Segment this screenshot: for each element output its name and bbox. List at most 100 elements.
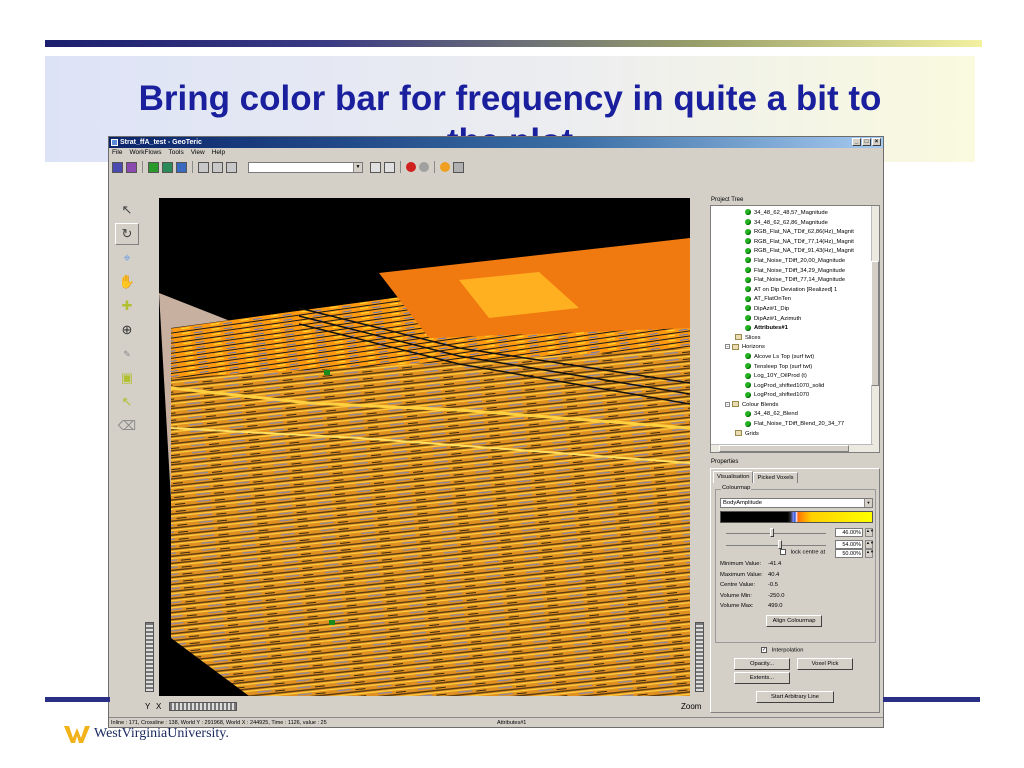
interpolation-checkbox[interactable]: ✓ bbox=[761, 647, 767, 653]
tree-folder-item[interactable]: Slices bbox=[711, 334, 873, 344]
tree-item[interactable]: RGB_Flat_NA_TDif_62,86(Hz)_Magnit bbox=[711, 228, 873, 238]
settings-icon[interactable] bbox=[453, 161, 464, 173]
chevron-down-icon: ▼ bbox=[864, 499, 872, 507]
tree-item[interactable]: LogProd_shifted1070_solid bbox=[711, 382, 873, 392]
tree-item[interactable]: Tensleep Top (surf twt) bbox=[711, 362, 873, 373]
tree-scroll-thumb[interactable] bbox=[871, 261, 879, 386]
pan-icon[interactable]: ⌖ bbox=[115, 247, 139, 269]
rotate-icon[interactable]: ↻ bbox=[115, 223, 139, 245]
record-icon[interactable] bbox=[406, 162, 416, 172]
spin-arrows-icon[interactable]: ▲▼ bbox=[865, 540, 874, 549]
inline-icon[interactable] bbox=[148, 161, 159, 173]
horizontal-rotation-slider[interactable] bbox=[169, 702, 237, 711]
vertical-exaggeration-slider-left[interactable] bbox=[145, 622, 154, 692]
folder-icon bbox=[732, 401, 739, 408]
tree-item-label: Alcove Ls Top (surf twt) bbox=[754, 353, 815, 360]
spin-arrows-icon[interactable]: ▲▼ bbox=[865, 528, 874, 537]
window-titlebar[interactable]: Strat_ffA_test - GeoTeric _ □ × bbox=[109, 137, 883, 148]
tree-item[interactable]: DipAzi#1_Azimuth bbox=[711, 315, 873, 325]
close-button[interactable]: × bbox=[872, 138, 881, 146]
sun-icon[interactable] bbox=[440, 162, 450, 172]
tree-item[interactable]: DipAzi#1_Dip bbox=[711, 305, 873, 315]
slider-thumb[interactable] bbox=[770, 528, 774, 537]
tree-item[interactable]: AT_FlatOnTen bbox=[711, 295, 873, 305]
seismic-volume-render bbox=[159, 198, 690, 696]
folder-icon bbox=[732, 343, 739, 350]
start-arbitrary-line-button[interactable]: Start Arbitrary Line bbox=[756, 691, 834, 703]
pointer-icon[interactable]: ↖ bbox=[115, 199, 139, 221]
tab-visualisation[interactable]: Visualisation bbox=[713, 471, 754, 483]
tree-item[interactable]: Flat_Noise_TDiff_Blend_20_34_77 bbox=[711, 420, 873, 430]
slider-thumb[interactable] bbox=[778, 540, 782, 549]
value-row: Volume Max: 499.0 bbox=[720, 601, 784, 612]
tree-item[interactable]: Log_10Y_OilProd (t) bbox=[711, 372, 873, 382]
menu-tools[interactable]: Tools bbox=[169, 148, 184, 158]
tree-item[interactable]: Flat_Noise_TDiff_77,14_Magnitude bbox=[711, 276, 873, 286]
vertical-exaggeration-slider-right[interactable] bbox=[695, 622, 704, 692]
lock-centre-spinner: 50.00% ▲▼ bbox=[720, 549, 877, 559]
tree-item[interactable]: AT on Dip Deviation [Realized] 1 bbox=[711, 286, 873, 296]
tree-hscroll-thumb[interactable] bbox=[719, 445, 849, 452]
tree-item[interactable]: Flat_Noise_TDiff_20,00_Magnitude bbox=[711, 257, 873, 267]
tree-item[interactable]: Attributes#1 bbox=[711, 324, 873, 334]
tree-item[interactable]: Alcove Ls Top (surf twt) bbox=[711, 353, 873, 363]
tree-item[interactable]: 34_48_62_Blend bbox=[711, 410, 873, 420]
tree-expander-icon[interactable]: − bbox=[725, 344, 730, 350]
tree-item[interactable]: 34_48_62_48,57_Magnitude bbox=[711, 209, 873, 219]
tree-folder-item[interactable]: − Colour Blends bbox=[711, 401, 873, 411]
tree-item[interactable]: 34_48_62_62,86_Magnitude bbox=[711, 219, 873, 229]
opacity-button[interactable]: Opacity... bbox=[734, 658, 790, 670]
tree-folder-item[interactable]: Grids bbox=[711, 430, 873, 440]
grid-icon[interactable] bbox=[384, 161, 395, 173]
seismic-3d-viewport[interactable] bbox=[159, 198, 690, 696]
lock-pick-icon[interactable]: ▣ bbox=[115, 367, 139, 389]
select-pick-icon[interactable]: ↖ bbox=[115, 391, 139, 413]
menu-help[interactable]: Help bbox=[212, 148, 225, 158]
menu-workflows[interactable]: WorkFlows bbox=[129, 148, 161, 158]
interpolation-row: ✓ Interpolation bbox=[761, 647, 804, 654]
layout-1-icon[interactable] bbox=[198, 161, 209, 173]
diamond-icon[interactable] bbox=[419, 162, 429, 172]
spin-arrows-icon[interactable]: ▲▼ bbox=[865, 549, 874, 558]
view-b-icon[interactable] bbox=[126, 161, 137, 173]
tree-vertical-scrollbar[interactable] bbox=[871, 206, 879, 452]
value-row: Maximum Value: 40.4 bbox=[720, 570, 784, 581]
add-point-icon[interactable]: ✚ bbox=[115, 295, 139, 317]
layout-2-icon[interactable] bbox=[212, 161, 223, 173]
view-a-icon[interactable] bbox=[112, 161, 123, 173]
tree-expander-icon[interactable]: − bbox=[725, 401, 730, 407]
layout-3-icon[interactable] bbox=[226, 161, 237, 173]
tab-picked-voxels[interactable]: Picked Voxels bbox=[753, 472, 798, 483]
project-tree-label: Project Tree bbox=[711, 197, 744, 203]
minimize-button[interactable]: _ bbox=[852, 138, 861, 146]
pick-icon[interactable]: ✋ bbox=[115, 271, 139, 293]
target-add-icon[interactable]: ⊕ bbox=[115, 319, 139, 341]
slider-2-value[interactable]: 54.00% bbox=[835, 540, 863, 549]
tree-horizontal-scrollbar[interactable] bbox=[711, 444, 873, 452]
voxel-pick-button[interactable]: Voxel Pick bbox=[797, 658, 853, 670]
slider-1-value[interactable]: 46.00% bbox=[835, 528, 863, 537]
align-colourmap-button[interactable]: Align Colourmap bbox=[766, 615, 822, 627]
crossline-icon[interactable] bbox=[162, 161, 173, 173]
value-number: 499.0 bbox=[768, 603, 783, 610]
tree-folder-item[interactable]: − Horizons bbox=[711, 343, 873, 353]
tree-item[interactable]: Flat_Noise_TDiff_34,29_Magnitude bbox=[711, 267, 873, 277]
colourmap-select[interactable]: BodyAmplitude ▼ bbox=[720, 498, 873, 508]
measure-icon[interactable]: ✎ bbox=[115, 343, 139, 365]
save-icon[interactable] bbox=[370, 161, 381, 173]
status-dot-icon bbox=[745, 276, 751, 283]
tree-item[interactable]: LogProd_shifted1070 bbox=[711, 391, 873, 401]
timeslice-icon[interactable] bbox=[176, 161, 187, 173]
tree-item-label: Tensleep Top (surf twt) bbox=[754, 363, 813, 370]
colourmap-slider-1[interactable]: 46.00% ▲▼ bbox=[720, 528, 877, 538]
tree-item[interactable]: RGB_Flat_NA_TDif_77,14(Hz)_Magnit bbox=[711, 238, 873, 248]
menu-view[interactable]: View bbox=[191, 148, 205, 158]
tree-item[interactable]: RGB_Flat_NA_TDif_91,43(Hz)_Magnit bbox=[711, 247, 873, 257]
eraser-icon[interactable]: ⌫ bbox=[115, 415, 139, 437]
toolbar-combo[interactable]: ▼ bbox=[248, 161, 363, 173]
maximize-button[interactable]: □ bbox=[862, 138, 871, 146]
menu-file[interactable]: File bbox=[112, 148, 122, 158]
lock-centre-value[interactable]: 50.00% bbox=[835, 549, 863, 558]
extents-button[interactable]: Extents... bbox=[734, 672, 790, 684]
y-axis-label: Y bbox=[145, 702, 151, 711]
